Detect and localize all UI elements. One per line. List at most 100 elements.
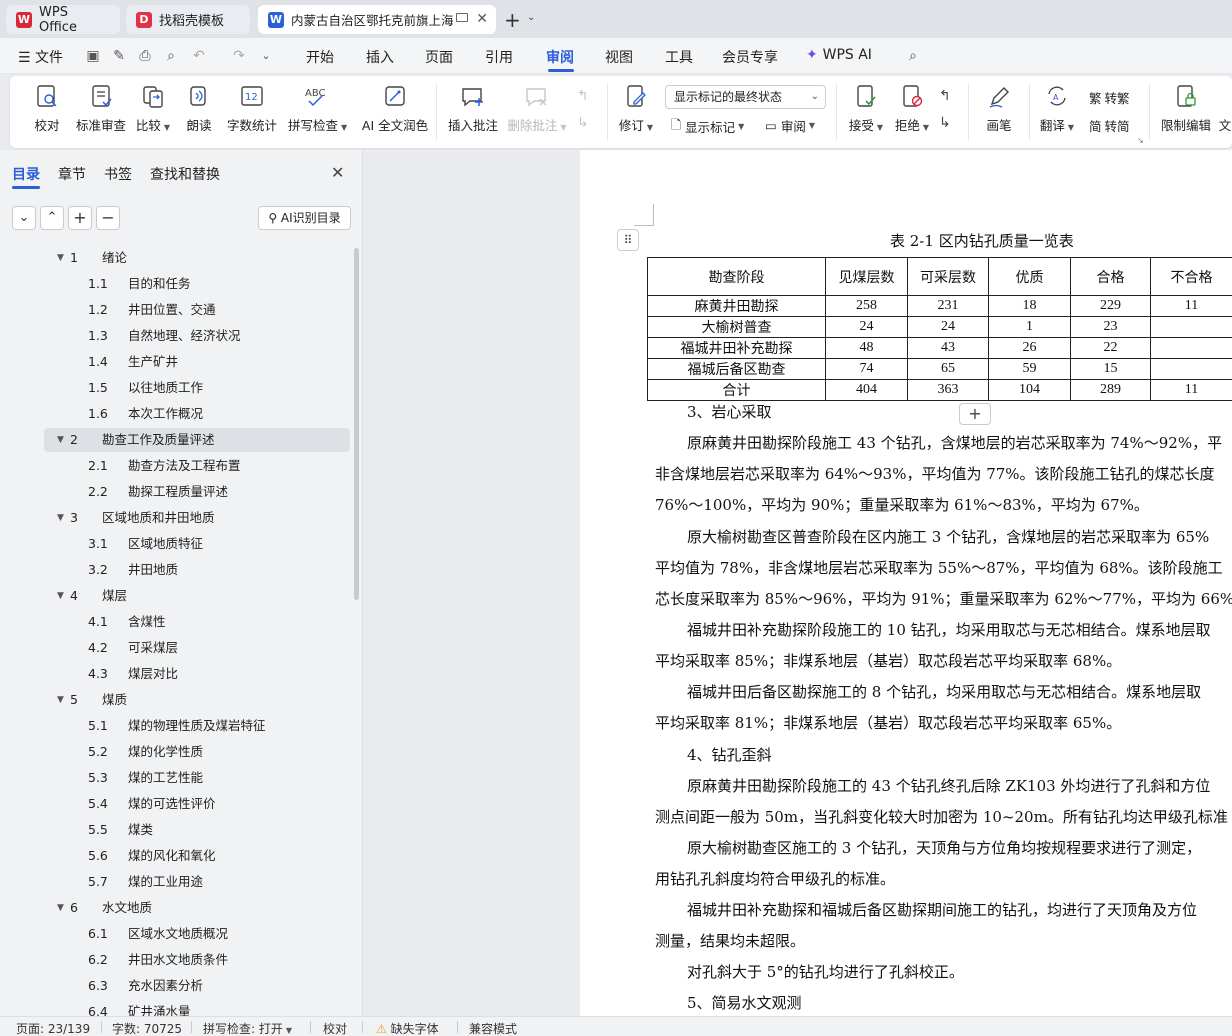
collapse-triangle-icon[interactable]: ▼ bbox=[57, 428, 64, 452]
drill-quality-table[interactable]: 勘查阶段 见煤层数 可采层数 优质 合格 不合格 麻黄井田勘探 258 231 18 2… bbox=[647, 257, 1232, 401]
save-icon[interactable]: ▣ bbox=[85, 48, 101, 64]
translate-button[interactable]: A 翻译 ▼ bbox=[1039, 84, 1075, 134]
nav-tab-toc[interactable]: 目录 bbox=[12, 164, 40, 184]
markup-mode-select[interactable]: 显示标记的最终状态 ⌄ bbox=[665, 85, 826, 109]
toc-section-item[interactable]: 1.2 井田位置、交通 bbox=[0, 298, 350, 322]
nav-tab-sections[interactable]: 章节 bbox=[58, 164, 86, 184]
menu-page[interactable]: 页面 bbox=[425, 47, 453, 67]
compare-button[interactable]: 比较 ▼ bbox=[135, 84, 171, 134]
insert-comment-button[interactable]: 插入批注 bbox=[448, 84, 498, 134]
collapse-triangle-icon[interactable]: ▼ bbox=[57, 896, 64, 920]
search-icon[interactable]: ⌕ bbox=[905, 48, 921, 64]
toc-chapter-item[interactable]: ▼ 6 水文地质 bbox=[0, 896, 350, 920]
toc-section-item[interactable]: 6.3 充水因素分析 bbox=[0, 974, 350, 998]
menu-insert[interactable]: 插入 bbox=[366, 47, 394, 67]
table-cell[interactable]: 23 bbox=[1070, 316, 1151, 338]
read-aloud-button[interactable]: 朗读 bbox=[186, 84, 212, 134]
table-cell[interactable]: 104 bbox=[988, 379, 1071, 401]
review-pane-button[interactable]: ▭ 审阅 ▼ bbox=[765, 116, 815, 135]
previous-change-icon[interactable]: ↰ bbox=[939, 88, 951, 104]
toc-section-item[interactable]: 1.6 本次工作概况 bbox=[0, 402, 350, 426]
table-cell[interactable]: 24 bbox=[825, 316, 908, 338]
proofread-status[interactable]: 校对 bbox=[323, 1020, 347, 1036]
toc-section-item[interactable]: 5.1 煤的物理性质及煤岩特征 bbox=[0, 714, 350, 738]
table-cell[interactable]: 59 bbox=[988, 358, 1071, 380]
table-cell[interactable] bbox=[1150, 337, 1232, 359]
tab-list-chevron-icon[interactable]: ⌄ bbox=[527, 12, 535, 23]
pen-button[interactable]: 画笔 bbox=[985, 84, 1013, 134]
toc-section-item[interactable]: 4.1 含煤性 bbox=[0, 610, 350, 634]
print-icon[interactable]: ⎙ bbox=[137, 48, 153, 64]
restrict-edit-button[interactable]: 限制编辑 bbox=[1160, 84, 1212, 134]
show-markup-button[interactable]: 🗋 显示标记 ▼ bbox=[671, 116, 744, 137]
table-cell[interactable]: 48 bbox=[825, 337, 908, 359]
dialog-launcher-icon[interactable]: ↘ bbox=[1137, 136, 1144, 145]
table-cell[interactable]: 289 bbox=[1070, 379, 1151, 401]
toc-chapter-item[interactable]: ▼ 5 煤质 bbox=[0, 688, 350, 712]
add-table-row-button[interactable]: + bbox=[959, 403, 991, 425]
menu-home[interactable]: 开始 bbox=[306, 47, 334, 67]
track-changes-button[interactable]: 修订 ▼ bbox=[618, 84, 654, 134]
nav-scrollbar[interactable] bbox=[354, 248, 359, 600]
collapse-triangle-icon[interactable]: ▼ bbox=[57, 506, 64, 530]
collapse-triangle-icon[interactable]: ▼ bbox=[57, 688, 64, 712]
close-icon[interactable]: ✕ bbox=[331, 163, 344, 182]
tab-wps-office[interactable]: W WPS Office bbox=[6, 5, 120, 35]
previous-comment-icon[interactable]: ↰ bbox=[577, 88, 589, 104]
toc-chapter-item[interactable]: ▼ 2 勘查工作及质量评述 bbox=[0, 428, 350, 452]
table-cell[interactable]: 43 bbox=[907, 337, 989, 359]
toc-section-item[interactable]: 5.5 煤类 bbox=[0, 818, 350, 842]
table-cell[interactable]: 404 bbox=[825, 379, 908, 401]
table-cell[interactable]: 1 bbox=[988, 316, 1071, 338]
menu-view[interactable]: 视图 bbox=[605, 47, 633, 67]
table-move-handle[interactable]: ⠿ bbox=[617, 229, 639, 251]
next-change-icon[interactable]: ↳ bbox=[939, 115, 951, 131]
add-heading-button[interactable]: + bbox=[68, 206, 92, 230]
toc-section-item[interactable]: 2.1 勘查方法及工程布置 bbox=[0, 454, 350, 478]
toc-chapter-item[interactable]: ▼ 1 绪论 bbox=[0, 246, 350, 270]
toc-section-item[interactable]: 1.5 以往地质工作 bbox=[0, 376, 350, 400]
document-page[interactable]: ⠿ 表 2-1 区内钻孔质量一览表 勘查阶段 见煤层数 可采层数 优质 合格 不… bbox=[580, 150, 1232, 1016]
document-area[interactable]: ⠿ 表 2-1 区内钻孔质量一览表 勘查阶段 见煤层数 可采层数 优质 合格 不… bbox=[364, 150, 1232, 1016]
table-cell[interactable]: 258 bbox=[825, 295, 908, 317]
page-indicator[interactable]: 页面: 23/139 bbox=[16, 1020, 90, 1036]
toc-section-item[interactable]: 3.2 井田地质 bbox=[0, 558, 350, 582]
standard-review-button[interactable]: 标准审查 bbox=[76, 84, 126, 134]
menu-wps-ai[interactable]: ✦ WPS AI bbox=[806, 47, 872, 63]
toc-section-item[interactable]: 4.3 煤层对比 bbox=[0, 662, 350, 686]
table-cell[interactable]: 231 bbox=[907, 295, 989, 317]
spell-check-status[interactable]: 拼写检查: 打开 ▼ bbox=[203, 1020, 292, 1036]
spell-check-button[interactable]: ABC 拼写检查 ▼ bbox=[288, 84, 347, 134]
nav-tab-bookmarks[interactable]: 书签 bbox=[104, 164, 132, 184]
toc-section-item[interactable]: 6.1 区域水文地质概况 bbox=[0, 922, 350, 946]
toc-section-item[interactable]: 3.1 区域地质特征 bbox=[0, 532, 350, 556]
tab-document[interactable]: W 内蒙古自治区鄂托克前旗上海 ✕ bbox=[258, 5, 496, 34]
table-cell[interactable]: 229 bbox=[1070, 295, 1151, 317]
toc-section-item[interactable]: 5.3 煤的工艺性能 bbox=[0, 766, 350, 790]
toc-section-item[interactable]: 6.2 井田水文地质条件 bbox=[0, 948, 350, 972]
nav-tab-find-replace[interactable]: 查找和替换 bbox=[150, 164, 220, 184]
table-cell[interactable] bbox=[1150, 316, 1232, 338]
menu-references[interactable]: 引用 bbox=[485, 47, 513, 67]
toc-section-item[interactable]: 1.3 自然地理、经济状况 bbox=[0, 324, 350, 348]
tab-docer-templates[interactable]: D 找稻壳模板 bbox=[126, 5, 250, 34]
collapse-triangle-icon[interactable]: ▼ bbox=[57, 584, 64, 608]
toc-chapter-item[interactable]: ▼ 4 煤层 bbox=[0, 584, 350, 608]
table-cell[interactable]: 福城井田补充勘探 bbox=[647, 337, 826, 359]
table-cell[interactable]: 363 bbox=[907, 379, 989, 401]
close-tab-icon[interactable]: ✕ bbox=[476, 11, 488, 27]
pen-tool-icon[interactable]: ✎ bbox=[111, 48, 127, 64]
print-preview-icon[interactable]: ⌕ bbox=[163, 48, 179, 64]
word-count-button[interactable]: 12 字数统计 bbox=[227, 84, 277, 134]
table-cell[interactable]: 22 bbox=[1070, 337, 1151, 359]
table-cell[interactable]: 11 bbox=[1150, 379, 1232, 401]
collapse-all-button[interactable]: ⌃ bbox=[40, 206, 64, 230]
remove-heading-button[interactable]: − bbox=[96, 206, 120, 230]
delete-comment-button[interactable]: 删除批注 ▼ bbox=[507, 84, 567, 134]
file-menu[interactable]: ☰ 文件 bbox=[18, 47, 63, 67]
table-cell[interactable]: 大榆树普查 bbox=[647, 316, 826, 338]
menu-tools[interactable]: 工具 bbox=[665, 47, 693, 67]
table-cell[interactable]: 74 bbox=[825, 358, 908, 380]
table-cell[interactable]: 15 bbox=[1070, 358, 1151, 380]
table-cell[interactable]: 11 bbox=[1150, 295, 1232, 317]
